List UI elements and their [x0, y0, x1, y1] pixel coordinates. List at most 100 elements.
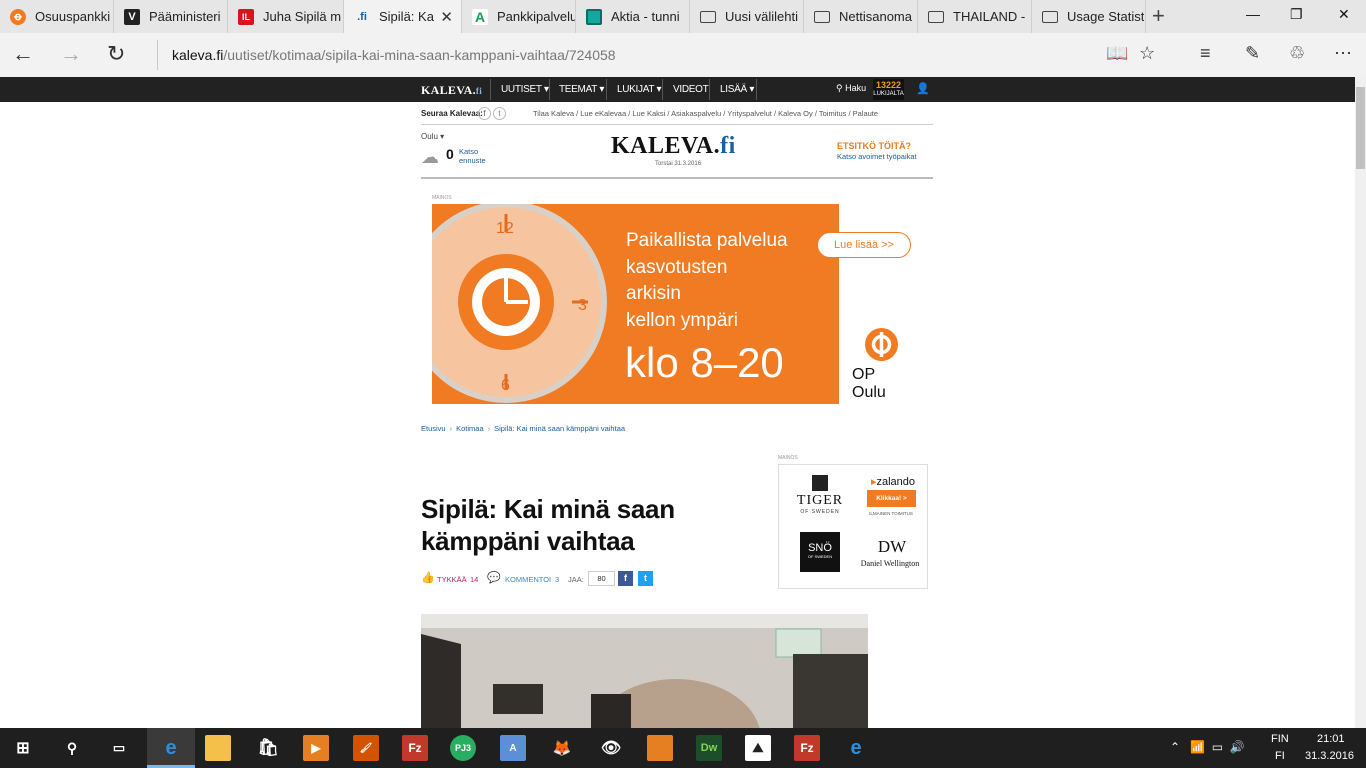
chevron-up-icon[interactable]: ⌃ [1170, 740, 1180, 754]
paint-app-icon[interactable]: 🖌 [353, 735, 379, 761]
clock-date[interactable]: 31.3.2016 [1305, 750, 1354, 762]
minimize-icon[interactable]: — [1246, 6, 1260, 22]
photos-app-icon[interactable]: ⛰ [745, 735, 771, 761]
breadcrumb-current[interactable]: Sipilä: Kai minä saan kämppäni vaihtaa [494, 424, 625, 433]
jobs-link[interactable]: Katso avoimet työpaikat [837, 152, 917, 161]
twitter-icon[interactable]: t [493, 107, 506, 120]
network-icon[interactable]: 📶 [1190, 740, 1205, 754]
nav-lukijat[interactable]: LUKIJAT ▾ [617, 84, 662, 95]
op-banner-ad[interactable]: 12 3 6 Paikallista palvelua kasvotusten … [432, 204, 911, 404]
tab-osuuspankki[interactable]: ꝋ Osuuspankki [0, 0, 114, 33]
web-note-icon[interactable]: ✎ [1245, 43, 1260, 64]
nav-videot[interactable]: VIDEOT [673, 84, 709, 95]
tab-thailand[interactable]: THAILAND - [918, 0, 1032, 33]
gimp-icon[interactable]: 🦊 [549, 735, 575, 761]
ad-read-more-button[interactable]: Lue lisää >> [817, 232, 911, 258]
dreamweaver-icon[interactable]: Dw [696, 735, 722, 761]
divider [421, 177, 933, 179]
chevron-right-icon: › [449, 424, 453, 433]
share-label: JAA: [568, 575, 584, 584]
breadcrumb-kotimaa[interactable]: Kotimaa [456, 424, 484, 433]
comment-label[interactable]: KOMMENTOI [505, 575, 551, 584]
favorite-star-icon[interactable]: ☆ [1139, 43, 1155, 64]
refresh-icon[interactable]: ↻ [107, 41, 125, 67]
weather-city[interactable]: Oulu ▾ [421, 132, 444, 141]
media-player-icon[interactable]: ▶ [303, 735, 329, 761]
top-links[interactable]: Tilaa Kaleva / Lue eKalevaa / Lue Kaksi … [533, 109, 878, 118]
battery-icon[interactable]: ▭ [1212, 740, 1223, 754]
nav-uutiset[interactable]: UUTISET ▾ [501, 84, 549, 95]
restore-icon[interactable]: ❐ [1290, 6, 1303, 23]
tab-pankkipalvelu[interactable]: A Pankkipalvelu [462, 0, 576, 33]
share-icon[interactable]: ♲ [1289, 43, 1305, 64]
site-search[interactable]: ⚲ Haku [836, 83, 866, 94]
kaleva-masthead[interactable]: KALEVA.fi [611, 133, 736, 160]
store-icon[interactable]: 🛍 [255, 735, 281, 761]
file-explorer-icon[interactable] [205, 735, 231, 761]
document-app-icon[interactable]: A [500, 735, 526, 761]
tab-aktia[interactable]: Aktia - tunni [576, 0, 690, 33]
eye-app-icon[interactable]: 👁 [598, 735, 624, 761]
pj3-app-icon[interactable]: PJ3 [450, 735, 476, 761]
clock-number-12: 12 [496, 220, 514, 237]
volume-icon[interactable]: 🔊 [1230, 740, 1245, 754]
system-tray[interactable]: ⌃ 📶 ▭ 🔊 [1170, 740, 1245, 754]
tab-uusi-valilehti[interactable]: Uusi välilehti [690, 0, 804, 33]
clock-time[interactable]: 21:01 [1317, 733, 1345, 745]
back-arrow-icon[interactable]: ← [12, 41, 34, 67]
tab-label: Pääministeri [149, 9, 221, 24]
search-icon: ⚲ [836, 83, 843, 93]
hub-icon[interactable]: ≡ [1200, 43, 1211, 64]
filezilla-icon[interactable]: Fz [794, 735, 820, 761]
weather-forecast-link[interactable]: Katso ennuste [459, 147, 493, 165]
keyboard-layout[interactable]: FI [1275, 750, 1285, 762]
page-scrollbar[interactable] [1355, 77, 1366, 728]
windows-taskbar: ⊞ ⚲ ▭ e 🛍 ▶ 🖌 Fz PJ3 A 🦊 👁 Dw ⛰ Fz e ⌃ 📶… [0, 728, 1366, 768]
new-tab-button[interactable]: + [1152, 3, 1165, 29]
scrollbar-thumb[interactable] [1356, 87, 1365, 169]
zalando-brands-ad[interactable]: TIGER OF SWEDEN ▸zalando Klikkaa! > ILMA… [778, 464, 928, 589]
tab-nettisanoma[interactable]: Nettisanoma [804, 0, 918, 33]
comment-bubble-icon[interactable]: 💬 [487, 571, 501, 584]
jobs-title[interactable]: ETSITKÖ TÖITÄ? [837, 141, 911, 151]
tab-juha-sipila[interactable]: IL Juha Sipilä m [228, 0, 344, 33]
windows-start-icon[interactable]: ⊞ [10, 735, 36, 761]
readers-badge[interactable]: 13222 LUKIJALTA [873, 79, 904, 100]
address-toolbar: ← → ↻ kaleva.fi/uutiset/kotimaa/sipila-k… [0, 33, 1366, 77]
internet-explorer-icon[interactable]: e [843, 735, 869, 761]
like-label[interactable]: TYKKÄÄ [437, 575, 467, 584]
site-logo[interactable]: KALEVA.fi [421, 83, 482, 98]
nav-separator [606, 79, 607, 100]
nav-teemat[interactable]: TEEMAT ▾ [559, 84, 604, 95]
edge-browser-icon[interactable]: e [158, 735, 184, 761]
zalando-click-button[interactable]: Klikkaa! > [867, 490, 916, 507]
more-icon[interactable]: ⋯ [1334, 43, 1352, 64]
input-language[interactable]: FIN [1271, 733, 1289, 745]
op-logo-icon [865, 328, 898, 361]
facebook-icon[interactable]: f [478, 107, 491, 120]
address-bar[interactable]: kaleva.fi/uutiset/kotimaa/sipila-kai-min… [157, 40, 1087, 70]
office-app-icon[interactable] [647, 735, 673, 761]
user-icon[interactable]: 👤 [916, 82, 930, 95]
facebook-share-icon[interactable]: f [618, 571, 633, 586]
tab-bar: ꝋ Osuuspankki V Pääministeri IL Juha Sip… [0, 0, 1366, 33]
twitter-share-icon[interactable]: t [638, 571, 653, 586]
filezilla-icon[interactable]: Fz [402, 735, 428, 761]
tab-label: Nettisanoma [839, 9, 912, 24]
thumbs-up-icon[interactable]: 👍 [421, 571, 435, 584]
tab-sipila-kaleva[interactable]: .fi Sipilä: Ka ✕ [344, 0, 462, 33]
close-tab-icon[interactable]: ✕ [440, 8, 453, 26]
aktia-a-icon: A [472, 8, 488, 25]
cloud-icon: ☁ [421, 147, 439, 167]
nav-lisaa[interactable]: LISÄÄ ▾ [720, 84, 754, 95]
close-window-icon[interactable]: ✕ [1338, 6, 1350, 23]
tab-usage-statistics[interactable]: Usage Statist [1032, 0, 1146, 33]
task-view-icon[interactable]: ▭ [106, 735, 132, 761]
kaleva-logo-icon: .fi [357, 10, 367, 23]
reading-view-icon[interactable]: 📖 [1106, 43, 1128, 64]
tab-paaministeri[interactable]: V Pääministeri [114, 0, 228, 33]
search-icon[interactable]: ⚲ [59, 735, 85, 761]
forward-arrow-icon[interactable]: → [60, 41, 82, 67]
site-navigation: KALEVA.fi UUTISET ▾ TEEMAT ▾ LUKIJAT ▾ V… [0, 77, 1355, 102]
breadcrumb-etusivu[interactable]: Etusivu [421, 424, 446, 433]
